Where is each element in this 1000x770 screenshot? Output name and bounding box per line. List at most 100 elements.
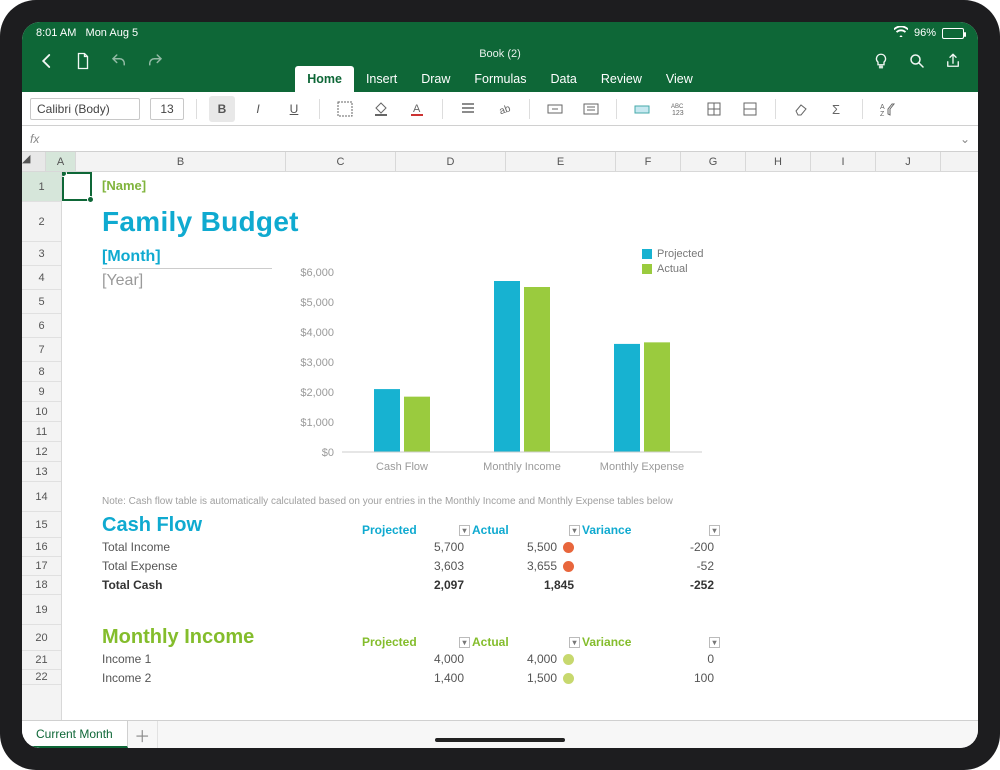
tab-insert[interactable]: Insert [354,66,409,92]
row-15[interactable]: 15 [22,512,61,538]
formula-input[interactable] [47,129,960,149]
tab-draw[interactable]: Draw [409,66,462,92]
fill-color-button[interactable] [368,96,394,122]
row-12[interactable]: 12 [22,442,61,462]
redo-button[interactable] [144,50,166,72]
table-row[interactable]: Total Expense3,6033,655-52 [102,556,722,575]
col-I[interactable]: I [811,152,876,171]
cell-year[interactable]: [Year] [102,272,143,290]
income-title[interactable]: Monthly Income [102,626,362,649]
select-all-corner[interactable]: ◢ [22,152,46,171]
font-color-button[interactable]: A [404,96,430,122]
table-row[interactable]: Total Cash2,0971,845-252 [102,575,722,594]
tab-formulas[interactable]: Formulas [462,66,538,92]
chevron-down-icon[interactable]: ⌄ [960,132,970,146]
align-button[interactable] [455,96,481,122]
clear-button[interactable] [788,96,814,122]
back-button[interactable] [36,50,58,72]
tab-view[interactable]: View [654,66,705,92]
col-A[interactable]: A [46,152,76,171]
filter-icon[interactable]: ▾ [709,525,720,536]
row-1[interactable]: 1 [22,172,61,202]
col-H[interactable]: H [746,152,811,171]
tab-home[interactable]: Home [295,66,354,92]
table-row[interactable]: Income 14,0004,0000 [102,649,722,668]
cell-month[interactable]: [Month] [102,248,161,266]
delete-cells-button[interactable] [737,96,763,122]
income-header-projected[interactable]: Projected [362,635,417,649]
orientation-button[interactable]: ab [491,96,517,122]
col-D[interactable]: D [396,152,506,171]
svg-text:$5,000: $5,000 [300,297,334,309]
col-F[interactable]: F [616,152,681,171]
search-button[interactable] [906,50,928,72]
number-format-button[interactable] [578,96,604,122]
table-row[interactable]: Total Income5,7005,500-200 [102,537,722,556]
number-button[interactable]: ABC123 [665,96,691,122]
cell-name[interactable]: [Name] [102,178,146,193]
row-14[interactable]: 14 [22,482,61,512]
undo-button[interactable] [108,50,130,72]
filter-icon[interactable]: ▾ [459,637,470,648]
cashflow-table: Cash Flow Projected▾ Actual▾ Variance▾ T… [102,514,722,594]
row-4[interactable]: 4 [22,266,61,290]
cashflow-title[interactable]: Cash Flow [102,514,362,537]
col-G[interactable]: G [681,152,746,171]
row-13[interactable]: 13 [22,462,61,482]
col-C[interactable]: C [286,152,396,171]
income-header-actual[interactable]: Actual [472,635,509,649]
bold-button[interactable]: B [209,96,235,122]
row-7[interactable]: 7 [22,338,61,362]
row-2[interactable]: 2 [22,202,61,242]
formula-bar[interactable]: fx ⌄ [22,126,978,152]
row-11[interactable]: 11 [22,422,61,442]
col-E[interactable]: E [506,152,616,171]
title-family-budget[interactable]: Family Budget [102,206,299,238]
budget-chart[interactable]: $0$1,000$2,000$3,000$4,000$5,000$6,000Ca… [292,262,712,482]
sheet-tab-current[interactable]: Current Month [22,721,128,748]
row-6[interactable]: 6 [22,314,61,338]
border-button[interactable] [332,96,358,122]
row-5[interactable]: 5 [22,290,61,314]
filter-icon[interactable]: ▾ [569,525,580,536]
table-row[interactable]: Income 21,4001,500100 [102,668,722,687]
sort-filter-button[interactable]: AZ [875,96,901,122]
filter-icon[interactable]: ▾ [569,637,580,648]
col-J[interactable]: J [876,152,941,171]
font-name-select[interactable]: Calibri (Body) [30,98,140,120]
cashflow-header-actual[interactable]: Actual [472,523,509,537]
row-17[interactable]: 17 [22,557,61,576]
insert-cells-button[interactable] [701,96,727,122]
row-19[interactable]: 19 [22,595,61,625]
tab-data[interactable]: Data [538,66,588,92]
autosum-button[interactable]: Σ [824,96,850,122]
active-cell[interactable] [62,172,92,201]
income-header-variance[interactable]: Variance [582,635,631,649]
filter-icon[interactable]: ▾ [709,637,720,648]
row-21[interactable]: 21 [22,651,61,670]
row-10[interactable]: 10 [22,402,61,422]
tab-review[interactable]: Review [589,66,654,92]
row-20[interactable]: 20 [22,625,61,651]
cell-styles-button[interactable] [629,96,655,122]
row-18[interactable]: 18 [22,576,61,595]
spreadsheet-cells[interactable]: [Name] Family Budget [Month] [Year] Proj… [62,172,978,720]
italic-button[interactable]: I [245,96,271,122]
add-sheet-button[interactable]: ＋ [128,721,158,748]
row-16[interactable]: 16 [22,538,61,557]
cashflow-header-projected[interactable]: Projected [362,523,417,537]
row-8[interactable]: 8 [22,362,61,382]
share-button[interactable] [942,50,964,72]
font-size-input[interactable]: 13 [150,98,184,120]
lightbulb-button[interactable] [870,50,892,72]
merge-button[interactable] [542,96,568,122]
filter-icon[interactable]: ▾ [459,525,470,536]
row-3[interactable]: 3 [22,242,61,266]
cashflow-header-variance[interactable]: Variance [582,523,631,537]
underline-button[interactable]: U [281,96,307,122]
row-22[interactable]: 22 [22,670,61,685]
home-indicator[interactable] [435,738,565,742]
col-B[interactable]: B [76,152,286,171]
row-9[interactable]: 9 [22,382,61,402]
file-button[interactable] [72,50,94,72]
